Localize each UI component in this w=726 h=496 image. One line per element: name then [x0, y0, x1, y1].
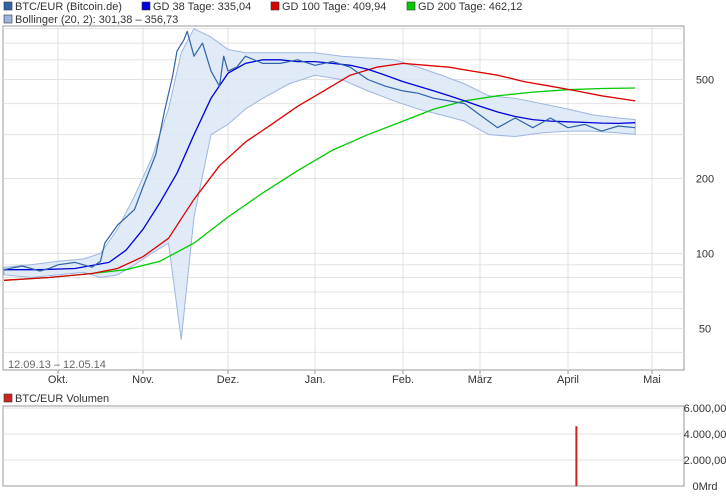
volume-y-tick-labels: 0Mrd 2.000,00 4.000,00 6.000,00: [684, 403, 726, 493]
volume-plot-area: [2, 405, 685, 487]
main-x-tick-label: Dez.: [217, 374, 240, 386]
legend-item-gd100: GD 100 Tage: 409,94: [270, 1, 386, 13]
main-x-tick-labels: Okt. Nov. Dez. Jan. Feb. März April Mai: [48, 370, 661, 386]
legend-label-btc: BTC/EUR (Bitcoin.de): [15, 1, 122, 13]
main-y-tick-label: 500: [696, 74, 714, 86]
main-x-tick-label: April: [557, 374, 579, 386]
date-range-label: 12.09.13 – 12.05.14: [8, 359, 106, 371]
legend-label-gd200: GD 200 Tage: 462,12: [418, 1, 522, 13]
main-x-tick-label: März: [468, 374, 492, 386]
main-x-tick-label: Okt.: [48, 374, 68, 386]
volume-y-tick-label: 2.000,00: [684, 455, 726, 467]
main-legend: BTC/EUR (Bitcoin.de) GD 38 Tage: 335,04 …: [3, 1, 522, 26]
legend-item-gd200: GD 200 Tage: 462,12: [406, 1, 522, 13]
legend-item-gd38: GD 38 Tage: 335,04: [141, 1, 251, 13]
volume-y-tick-label: 4.000,00: [684, 429, 726, 441]
main-y-tick-label: 200: [696, 173, 714, 185]
main-y-tick-label: 100: [696, 248, 714, 260]
main-x-tick-label: Nov.: [132, 374, 154, 386]
volume-bars: [575, 426, 578, 486]
volume-y-tick-label: 0Mrd: [692, 481, 717, 493]
legend-label-gd100: GD 100 Tage: 409,94: [282, 1, 386, 13]
chart-root: BTC/EUR (Bitcoin.de) GD 38 Tage: 335,04 …: [2, 1, 726, 493]
legend-label-volume: BTC/EUR Volumen: [15, 393, 109, 405]
legend-item-bollinger: Bollinger (20, 2): 301,38 – 356,73: [3, 14, 178, 26]
main-x-tick-label: Mai: [643, 374, 661, 386]
legend-label-gd38: GD 38 Tage: 335,04: [153, 1, 251, 13]
legend-label-bollinger: Bollinger (20, 2): 301,38 – 356,73: [15, 14, 178, 26]
main-y-tick-labels: 50 100 200 500: [696, 74, 714, 335]
main-x-tick-label: Jan.: [305, 374, 326, 386]
legend-item-btc: BTC/EUR (Bitcoin.de): [3, 1, 122, 13]
main-y-tick-label: 50: [699, 323, 711, 335]
main-x-tick-label: Feb.: [392, 374, 414, 386]
volume-legend: BTC/EUR Volumen: [3, 393, 109, 405]
volume-y-tick-label: 6.000,00: [684, 403, 726, 415]
volume-bar: [575, 426, 578, 486]
